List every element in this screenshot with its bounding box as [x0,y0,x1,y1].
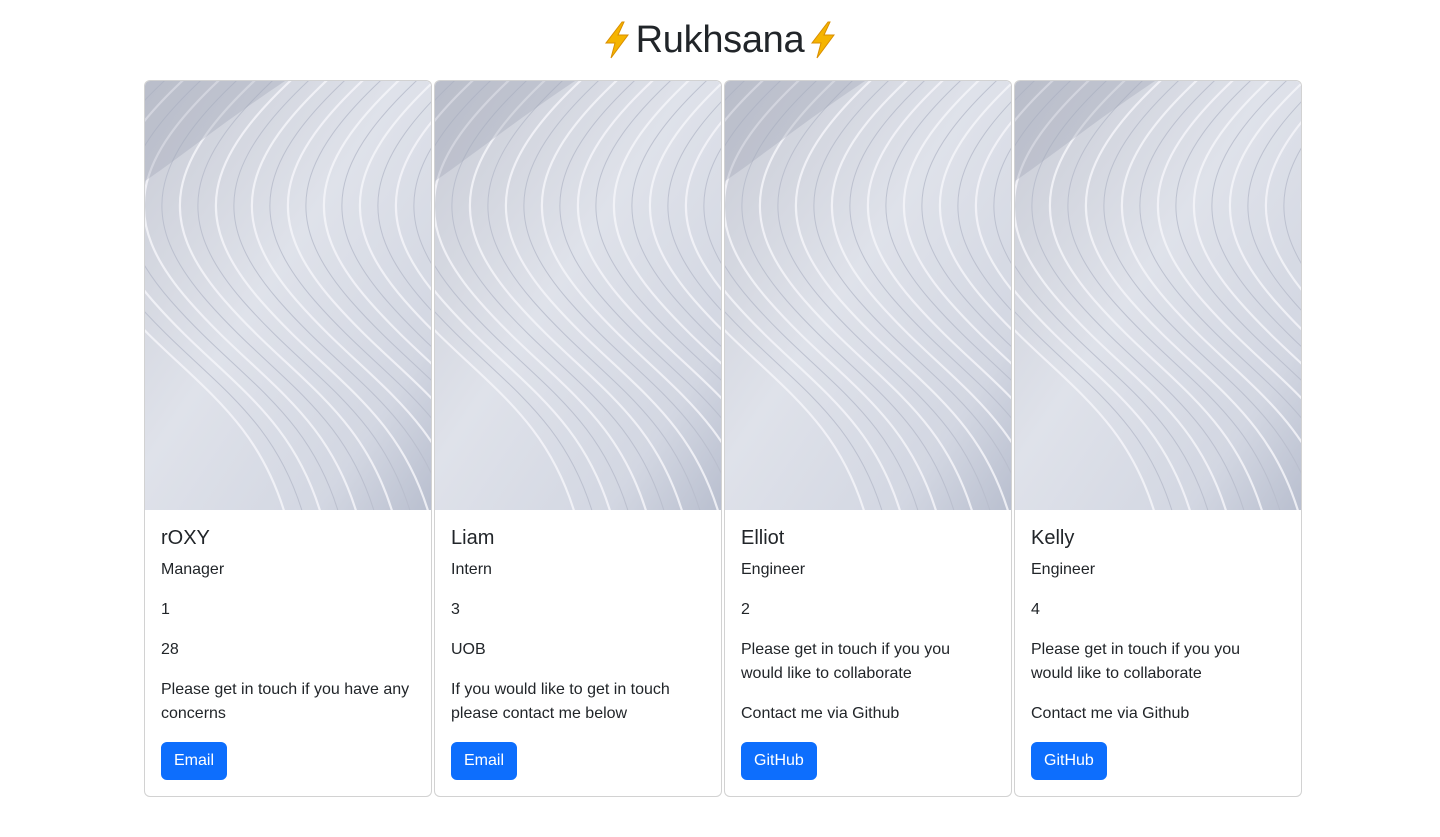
employee-extra: Please get in touch if you you would lik… [741,641,951,682]
page-header: Rukhsana [0,0,1440,80]
card-cover-image [1015,81,1301,510]
lightning-bolt-icon [806,20,840,60]
employee-id: 2 [741,601,750,618]
employee-card: Liam Intern 3 UOB If you would like to g… [434,80,722,797]
card-cover-image [725,81,1011,510]
card-body: Liam Intern 3 UOB If you would like to g… [435,510,721,796]
card-body: rOXY Manager 1 28 Please get in touch if… [145,510,431,796]
card-body: Elliot Engineer 2 Please get in touch if… [725,510,1011,796]
page-title: Rukhsana [600,20,841,60]
employee-id: 1 [161,601,170,618]
page-title-text: Rukhsana [635,19,805,61]
employee-extra: Please get in touch if you you would lik… [1031,641,1241,682]
employee-role: Engineer [1031,561,1096,578]
employee-message: Contact me via Github [1031,705,1190,722]
employee-name: Kelly [1031,527,1075,549]
employee-role: Intern [451,561,492,578]
card-body: Kelly Engineer 4 Please get in touch if … [1015,510,1301,796]
employee-extra: UOB [451,641,486,658]
employee-name: Liam [451,527,495,549]
employee-card: Kelly Engineer 4 Please get in touch if … [1014,80,1302,797]
employee-message: Contact me via Github [741,705,900,722]
employee-name: Elliot [741,527,785,549]
employee-id: 4 [1031,601,1040,618]
employee-extra: 28 [161,641,179,658]
employee-name: rOXY [161,527,210,549]
employee-message: If you would like to get in touch please… [451,681,670,722]
employee-role: Engineer [741,561,806,578]
email-button[interactable]: Email [451,742,518,780]
employee-card: Elliot Engineer 2 Please get in touch if… [724,80,1012,797]
card-cover-image [435,81,721,510]
team-cards: rOXY Manager 1 28 Please get in touch if… [144,80,1302,797]
employee-card: rOXY Manager 1 28 Please get in touch if… [144,80,432,797]
github-button[interactable]: GitHub [1031,742,1107,780]
github-button[interactable]: GitHub [741,742,817,780]
employee-id: 3 [451,601,460,618]
employee-role: Manager [161,561,225,578]
card-cover-image [145,81,431,510]
lightning-bolt-icon [600,20,634,60]
email-button[interactable]: Email [161,742,228,780]
employee-message: Please get in touch if you have any conc… [161,681,410,722]
